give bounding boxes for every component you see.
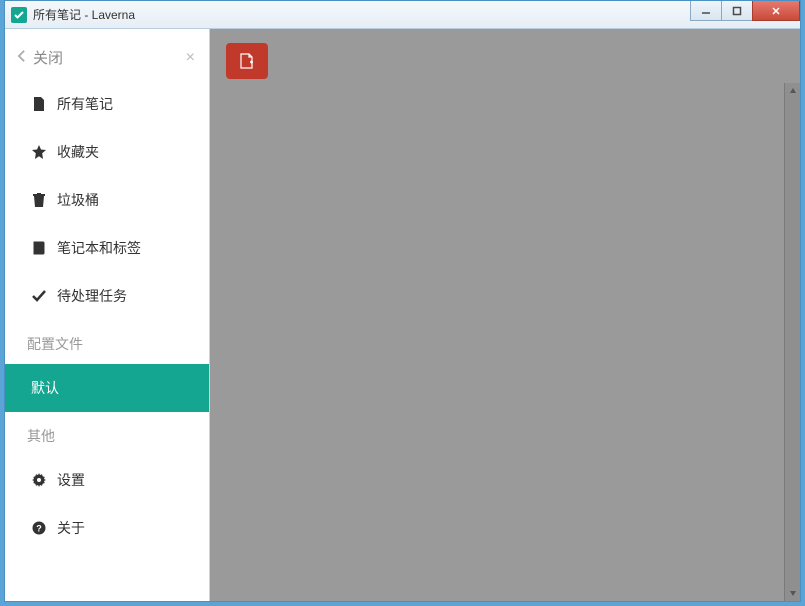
client-area: 关闭 × 所有笔记 收藏夹 垃圾桶 xyxy=(5,29,800,601)
app-window: 所有笔记 - Laverna 关闭 × xyxy=(4,0,801,602)
nav-tasks[interactable]: 待处理任务 xyxy=(5,272,209,320)
back-icon[interactable] xyxy=(17,49,26,67)
minimize-button[interactable] xyxy=(690,1,722,21)
close-icon[interactable]: × xyxy=(186,49,195,67)
nav-settings[interactable]: 设置 xyxy=(5,456,209,504)
maximize-button[interactable] xyxy=(721,1,753,21)
file-icon xyxy=(31,96,47,112)
window-title: 所有笔记 - Laverna xyxy=(33,6,135,23)
nav-item-label: 设置 xyxy=(57,470,85,490)
content-area xyxy=(210,29,800,601)
svg-text:?: ? xyxy=(36,524,42,534)
question-icon: ? xyxy=(31,520,47,536)
new-note-button[interactable] xyxy=(226,43,268,79)
nav-item-label: 待处理任务 xyxy=(57,286,127,306)
titlebar[interactable]: 所有笔记 - Laverna xyxy=(5,1,800,29)
gear-icon xyxy=(31,472,47,488)
sidebar-close-label[interactable]: 关闭 xyxy=(33,47,63,68)
scrollbar[interactable] xyxy=(784,83,800,601)
profile-default[interactable]: 默认 xyxy=(5,364,209,412)
trash-icon xyxy=(31,192,47,208)
window-controls xyxy=(691,1,800,21)
nav-item-label: 所有笔记 xyxy=(57,94,113,114)
nav-item-label: 笔记本和标签 xyxy=(57,238,141,258)
nav-item-label: 关于 xyxy=(57,518,85,538)
star-icon xyxy=(31,144,47,160)
book-icon xyxy=(31,240,47,256)
nav-item-label: 垃圾桶 xyxy=(57,190,99,210)
section-profiles: 配置文件 xyxy=(5,320,209,364)
nav-notebooks[interactable]: 笔记本和标签 xyxy=(5,224,209,272)
sidebar-header: 关闭 × xyxy=(5,35,209,80)
nav-item-label: 默认 xyxy=(31,378,59,398)
scroll-down-icon[interactable] xyxy=(785,585,800,601)
window-close-button[interactable] xyxy=(752,1,800,21)
scroll-up-icon[interactable] xyxy=(785,83,800,99)
app-icon xyxy=(11,7,27,23)
nav-favorites[interactable]: 收藏夹 xyxy=(5,128,209,176)
nav-trash[interactable]: 垃圾桶 xyxy=(5,176,209,224)
nav-item-label: 收藏夹 xyxy=(57,142,99,162)
nav-about[interactable]: ? 关于 xyxy=(5,504,209,552)
check-icon xyxy=(31,288,47,304)
nav-all-notes[interactable]: 所有笔记 xyxy=(5,80,209,128)
section-other: 其他 xyxy=(5,412,209,456)
toolbar xyxy=(226,43,268,79)
sidebar: 关闭 × 所有笔记 收藏夹 垃圾桶 xyxy=(5,29,210,601)
